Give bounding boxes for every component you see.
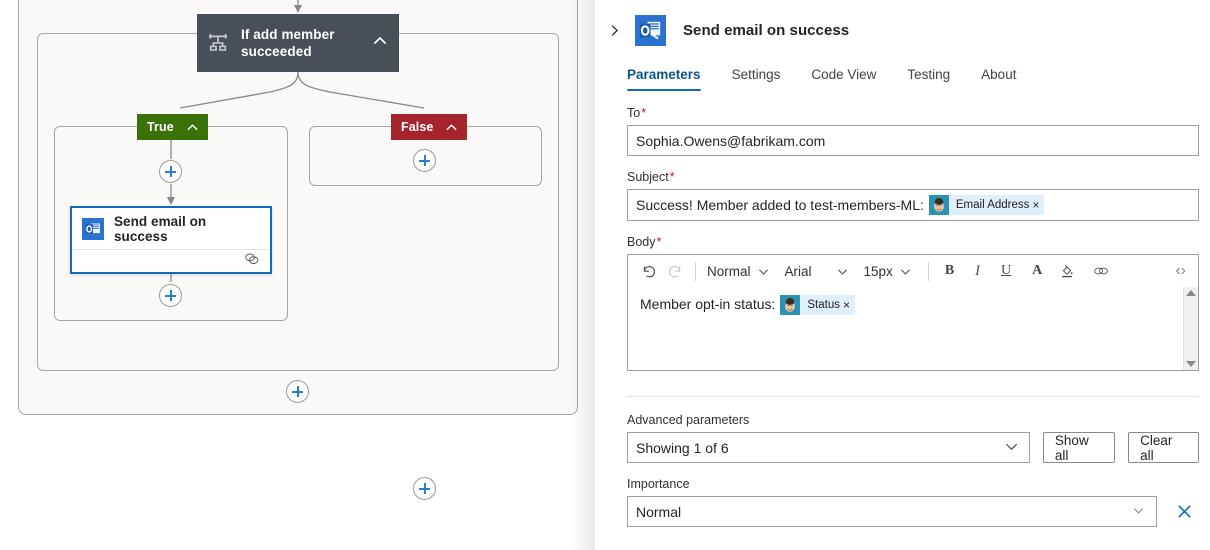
panel-tabs: Parameters Settings Code View Testing Ab… <box>595 47 1210 91</box>
body-content-area[interactable]: Member opt-in status: <box>628 287 1198 370</box>
action-card-title: Send email on success <box>104 214 260 244</box>
importance-value: Normal <box>636 504 681 520</box>
outlook-icon <box>635 15 666 46</box>
action-card-send-email[interactable]: Send email on success <box>70 206 272 274</box>
condition-node-title: If add member succeeded <box>230 26 371 60</box>
advanced-parameters-value: Showing 1 of 6 <box>636 440 729 456</box>
to-field-label: To* <box>627 105 1199 121</box>
font-family-value: Arial <box>785 264 812 279</box>
comment-icon[interactable] <box>244 251 260 272</box>
font-size-value: 15px <box>864 264 893 279</box>
add-step-true-above[interactable] <box>159 160 182 183</box>
subject-input[interactable]: Success! Member added to test-members-ML… <box>627 189 1199 221</box>
to-label-text: To <box>627 106 640 120</box>
undo-icon[interactable] <box>637 258 662 284</box>
add-step-true-below[interactable] <box>159 284 182 307</box>
token-chip-remove-icon[interactable]: × <box>1032 198 1044 212</box>
chevron-up-icon[interactable] <box>371 32 389 55</box>
font-size-dropdown[interactable]: 15px <box>861 264 915 279</box>
add-step-false[interactable] <box>413 149 436 172</box>
advanced-parameters-dropdown[interactable]: Showing 1 of 6 <box>627 432 1030 463</box>
required-marker: * <box>670 170 675 184</box>
importance-label: Importance <box>627 476 1199 492</box>
outlook-icon <box>82 218 104 240</box>
condition-branch-icon <box>206 31 230 55</box>
body-field-label: Body* <box>627 234 1199 250</box>
chevron-down-icon <box>899 265 912 278</box>
to-input-value: Sophia.Owens@fabrikam.com <box>636 133 825 149</box>
action-details-panel: Send email on success Parameters Setting… <box>595 0 1210 550</box>
section-divider <box>627 396 1199 397</box>
chevron-down-icon <box>757 265 770 278</box>
to-input[interactable]: Sophia.Owens@fabrikam.com <box>627 125 1199 156</box>
token-chip-remove-icon[interactable]: × <box>843 298 855 312</box>
font-family-dropdown[interactable]: Arial <box>782 264 852 279</box>
panel-header: Send email on success <box>595 0 1210 47</box>
body-rich-text-editor[interactable]: Normal Arial 15px <box>627 254 1199 371</box>
body-text: Member opt-in status: <box>640 294 775 314</box>
code-view-icon[interactable]: ‹› <box>1171 258 1190 284</box>
token-chip-email-address[interactable]: Email Address × <box>929 195 1045 215</box>
true-branch-header[interactable]: True <box>137 114 208 140</box>
required-marker: * <box>657 235 662 249</box>
false-branch-header[interactable]: False <box>391 114 467 140</box>
underline-button[interactable]: U <box>997 258 1015 284</box>
highlight-icon[interactable] <box>1055 258 1079 284</box>
italic-button[interactable]: I <box>971 258 984 284</box>
bold-button[interactable]: B <box>941 258 958 284</box>
false-branch-label: False <box>401 120 433 134</box>
importance-row: Normal <box>627 496 1199 527</box>
advanced-parameters-row: Showing 1 of 6 Show all Clear all <box>627 432 1199 463</box>
add-step-flow-end[interactable] <box>413 477 436 500</box>
importance-dropdown[interactable]: Normal <box>627 496 1157 527</box>
body-scrollbar[interactable] <box>1183 287 1198 370</box>
subject-label-text: Subject <box>627 170 669 184</box>
token-chip-label: Email Address <box>949 199 1033 211</box>
flow-canvas[interactable]: If add member succeeded True False <box>0 0 595 550</box>
mailchimp-icon <box>929 195 949 215</box>
panel-title: Send email on success <box>683 22 849 39</box>
toolbar-divider <box>695 262 696 281</box>
true-branch-label: True <box>147 120 174 134</box>
paragraph-style-value: Normal <box>707 264 751 279</box>
action-card-main: Send email on success <box>72 208 270 250</box>
subject-field-label: Subject* <box>627 169 1199 185</box>
subject-input-value: Success! Member added to test-members-ML… <box>636 197 924 213</box>
body-label-text: Body <box>627 235 656 249</box>
paragraph-style-dropdown[interactable]: Normal <box>704 264 773 279</box>
chevron-down-icon <box>1131 503 1146 521</box>
required-marker: * <box>641 106 646 120</box>
show-all-button[interactable]: Show all <box>1043 432 1115 463</box>
token-chip-label: Status <box>800 299 843 311</box>
flow-connectors <box>0 0 595 550</box>
chevron-right-icon[interactable] <box>603 19 625 41</box>
action-card-footer <box>72 250 270 272</box>
mailchimp-icon <box>780 295 800 315</box>
scroll-down-arrow[interactable] <box>1186 361 1196 367</box>
condition-node[interactable]: If add member succeeded <box>197 14 399 72</box>
scroll-up-arrow[interactable] <box>1186 290 1196 296</box>
flow-designer-screen: If add member succeeded True False <box>0 0 1210 550</box>
tab-settings[interactable]: Settings <box>732 67 781 91</box>
tab-code-view[interactable]: Code View <box>811 67 876 91</box>
chevron-down-icon <box>836 265 849 278</box>
panel-body: To* Sophia.Owens@fabrikam.com Subject* S… <box>595 91 1210 527</box>
link-icon[interactable] <box>1088 258 1114 284</box>
clear-importance-button[interactable] <box>1169 496 1199 527</box>
tab-about[interactable]: About <box>981 67 1016 91</box>
editor-toolbar: Normal Arial 15px <box>628 255 1198 287</box>
tab-parameters[interactable]: Parameters <box>627 67 701 91</box>
advanced-parameters-label: Advanced parameters <box>627 412 1199 428</box>
tab-testing[interactable]: Testing <box>907 67 950 91</box>
chevron-up-icon[interactable] <box>185 120 200 135</box>
chevron-up-icon[interactable] <box>444 120 459 135</box>
add-step-scope-end[interactable] <box>286 380 309 403</box>
token-chip-status[interactable]: Status × <box>780 295 855 315</box>
clear-all-button[interactable]: Clear all <box>1128 432 1199 463</box>
font-color-button[interactable]: A <box>1028 258 1046 284</box>
chevron-down-icon <box>1004 439 1019 457</box>
toolbar-divider <box>928 262 929 281</box>
redo-icon[interactable] <box>662 258 687 284</box>
